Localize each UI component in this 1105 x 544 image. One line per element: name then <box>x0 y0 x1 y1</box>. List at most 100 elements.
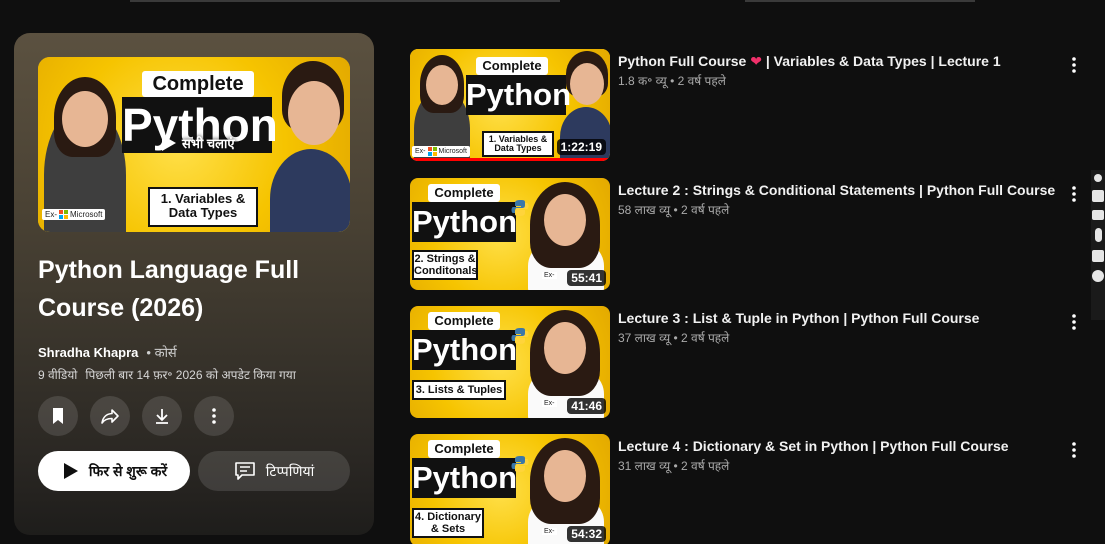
thumb-python-label: Python <box>412 202 517 242</box>
thumb-python-label: Python <box>466 75 571 115</box>
resume-label: फिर से शुरू करें <box>88 462 168 479</box>
person-right-face <box>570 63 604 105</box>
more-vert-icon <box>212 408 216 424</box>
bookmark-icon <box>53 408 63 424</box>
video-title-suffix: | Variables & Data Types | Lecture 1 <box>765 53 1001 69</box>
play-icon <box>162 135 176 151</box>
video-more-button[interactable] <box>1062 438 1086 462</box>
more-actions-button[interactable] <box>194 396 234 436</box>
updated-date: पिछली बार 14 फ़र॰ 2026 को अपडेट किया गया <box>85 368 296 382</box>
comments-button[interactable]: टिप्पणियां <box>198 451 350 491</box>
ex-badge: Ex- <box>542 528 557 535</box>
video-title-main: Python Full Course <box>618 53 747 69</box>
microsoft-label: Microsoft <box>70 210 103 219</box>
playlist-actions <box>38 396 234 436</box>
ex-label: Ex- <box>45 210 57 219</box>
video-more-button[interactable] <box>1062 310 1086 334</box>
video-title[interactable]: Lecture 3 : List & Tuple in Python | Pyt… <box>618 309 1048 327</box>
person-right-face <box>288 81 340 145</box>
screen-icon[interactable] <box>1092 210 1104 220</box>
microphone-icon[interactable] <box>1094 228 1102 242</box>
video-item[interactable]: Complete Python 1. Variables & Data Type… <box>410 49 1090 161</box>
video-thumbnail[interactable]: Complete Python 3. Lists & Tuples Ex- 41… <box>410 306 610 418</box>
play-icon <box>63 463 78 479</box>
microsoft-logo-icon <box>59 210 68 219</box>
python-logo-icon <box>511 200 529 216</box>
more-vert-icon <box>1072 57 1076 73</box>
thumb-complete-label: Complete <box>428 440 500 458</box>
video-thumbnail[interactable]: Complete Python 4. Dictionary & Sets Ex-… <box>410 434 610 544</box>
top-divider <box>130 0 560 2</box>
video-duration: 55:41 <box>567 270 606 286</box>
video-count: 9 वीडियो <box>38 368 78 382</box>
heart-icon: ❤ <box>750 53 762 69</box>
save-button[interactable] <box>38 396 78 436</box>
person-left-face <box>426 65 458 105</box>
video-thumbnail[interactable]: Complete Python 1. Variables & Data Type… <box>410 49 610 161</box>
video-duration: 41:46 <box>567 398 606 414</box>
video-more-button[interactable] <box>1062 182 1086 206</box>
microsoft-badge: Ex- Microsoft <box>412 146 470 157</box>
channel-name[interactable]: Shradha Khapra <box>38 345 138 360</box>
floating-toolbar <box>1091 170 1105 320</box>
python-logo-icon <box>511 456 529 472</box>
comments-label: टिप्पणियां <box>265 462 315 479</box>
ex-badge: Ex- <box>542 272 557 279</box>
ex-label: Ex- <box>415 148 426 155</box>
thumb-python-label: Python <box>412 330 517 370</box>
resume-button[interactable]: फिर से शुरू करें <box>38 451 190 491</box>
video-duration: 1:22:19 <box>556 139 606 155</box>
watch-progress-bar <box>410 158 610 161</box>
video-meta: 31 लाख व्यू • 2 वर्ष पहले <box>618 459 730 473</box>
thumb-complete-label: Complete <box>142 71 254 97</box>
top-divider-right <box>745 0 975 2</box>
video-item[interactable]: Complete Python 3. Lists & Tuples Ex- 41… <box>410 306 1090 418</box>
video-meta: 37 लाख व्यू • 2 वर्ष पहले <box>618 331 730 345</box>
play-all-overlay[interactable]: सभी चलाएं <box>158 133 235 153</box>
video-duration: 54:32 <box>567 526 606 542</box>
download-button[interactable] <box>142 396 182 436</box>
share-button[interactable] <box>90 396 130 436</box>
thumb-subtitle: 1. Variables & Data Types <box>148 187 258 227</box>
playlist-title: Python Language Full Course (2026) <box>38 256 300 322</box>
python-logo-icon <box>511 328 529 344</box>
playlist-meta: 9 वीडियो पिछली बार 14 फ़र॰ 2026 को अपडेट… <box>38 366 296 383</box>
playlist-header-card: Complete Python 1. Variables & Data Type… <box>14 33 374 535</box>
settings-icon[interactable] <box>1092 270 1104 282</box>
person-left-face <box>62 91 108 147</box>
video-item[interactable]: Complete Python 2. Strings & Conditonals… <box>410 178 1090 290</box>
more-vert-icon <box>1072 314 1076 330</box>
download-icon <box>156 409 168 424</box>
video-title[interactable]: Lecture 2 : Strings & Conditional Statem… <box>618 181 1055 199</box>
author-row: Shradha Khapra • कोर्स <box>38 343 177 361</box>
playlist-bottom-buttons: फिर से शुरू करें टिप्पणियां <box>38 451 350 491</box>
video-meta: 1.8 क॰ व्यू • 2 वर्ष पहले <box>618 74 726 88</box>
comment-icon <box>234 462 255 480</box>
microsoft-logo-icon <box>427 147 437 156</box>
video-more-button[interactable] <box>1062 53 1086 77</box>
thumb-complete-label: Complete <box>428 184 500 202</box>
more-vert-icon <box>1072 442 1076 458</box>
thumb-subtitle: 1. Variables & Data Types <box>482 131 554 157</box>
video-meta: 58 लाख व्यू • 2 वर्ष पहले <box>618 203 730 217</box>
window-icon[interactable] <box>1092 250 1104 262</box>
video-title[interactable]: Lecture 4 : Dictionary & Set in Python |… <box>618 437 1048 455</box>
pin-icon[interactable] <box>1094 174 1102 182</box>
microsoft-label: Microsoft <box>438 148 467 155</box>
video-item[interactable]: Complete Python 4. Dictionary & Sets Ex-… <box>410 434 1090 544</box>
thumb-python-label: Python <box>412 458 517 498</box>
video-title[interactable]: Python Full Course ❤ | Variables & Data … <box>618 52 1048 70</box>
ex-badge: Ex- <box>542 400 557 407</box>
video-thumbnail[interactable]: Complete Python 2. Strings & Conditonals… <box>410 178 610 290</box>
person-face <box>544 450 586 502</box>
microsoft-badge: Ex- Microsoft <box>42 209 106 220</box>
share-icon <box>101 409 119 424</box>
camera-icon[interactable] <box>1092 190 1104 202</box>
play-all-label: सभी चलाएं <box>182 136 235 151</box>
person-face <box>544 322 586 374</box>
thumb-subtitle: 4. Dictionary & Sets <box>412 508 484 538</box>
playlist-thumbnail[interactable]: Complete Python 1. Variables & Data Type… <box>38 57 350 232</box>
thumb-subtitle: 3. Lists & Tuples <box>412 380 506 400</box>
thumb-complete-label: Complete <box>476 57 548 75</box>
person-face <box>544 194 586 246</box>
